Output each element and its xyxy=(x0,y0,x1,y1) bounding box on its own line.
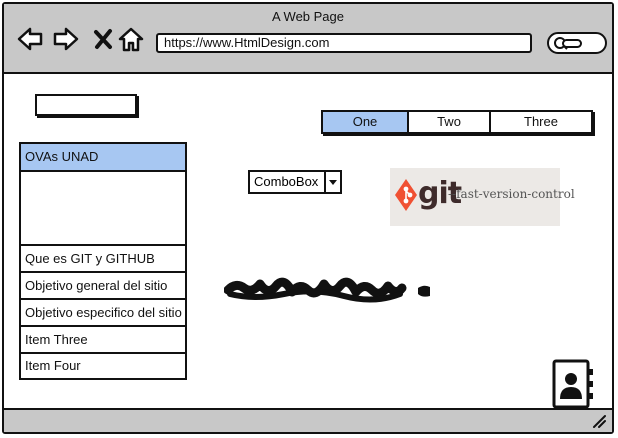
git-logo: git --fast-version-control xyxy=(390,168,575,226)
search-icon xyxy=(554,37,582,50)
git-tagline: --fast-version-control xyxy=(448,187,575,201)
git-diamond-icon xyxy=(395,179,417,211)
browser-toolbar: A Web Page https://www.HtmlDesign.com xyxy=(4,4,612,74)
forward-arrow-icon[interactable] xyxy=(52,24,80,54)
list-item-objetivo-especifico[interactable]: Objetivo especifico del sitio xyxy=(21,300,185,327)
tab-two[interactable]: Two xyxy=(409,112,491,132)
status-bar xyxy=(4,408,612,432)
list-item-ovas-unad[interactable]: OVAs UNAD xyxy=(21,144,185,172)
search-input[interactable] xyxy=(547,32,607,54)
navigation-list: OVAs UNAD Que es GIT y GITHUB Objetivo g… xyxy=(19,142,187,380)
window-title: A Web Page xyxy=(271,9,345,24)
resize-grip-icon[interactable] xyxy=(592,414,606,428)
list-item-objetivo-general[interactable]: Objetivo general del sitio xyxy=(21,273,185,300)
chevron-down-icon[interactable] xyxy=(324,172,340,192)
list-item-que-es-git[interactable]: Que es GIT y GITHUB xyxy=(21,246,185,273)
list-item-three[interactable]: Item Three xyxy=(21,327,185,354)
url-input[interactable]: https://www.HtmlDesign.com xyxy=(156,33,532,53)
text-input[interactable] xyxy=(35,94,137,116)
tab-bar: One Two Three xyxy=(321,110,593,134)
back-arrow-icon[interactable] xyxy=(16,24,44,54)
tab-three[interactable]: Three xyxy=(491,112,591,132)
browser-window: A Web Page https://www.HtmlDesign.com On… xyxy=(2,2,614,434)
close-x-icon[interactable] xyxy=(90,24,118,54)
combo-box-value: ComboBox xyxy=(254,174,319,189)
home-icon[interactable] xyxy=(117,24,145,54)
redacted-text-scribble xyxy=(224,277,430,303)
tab-one[interactable]: One xyxy=(323,112,409,132)
list-item-four[interactable]: Item Four xyxy=(21,354,185,378)
combo-box[interactable]: ComboBox xyxy=(248,170,342,194)
address-book-icon[interactable] xyxy=(552,359,596,409)
list-item-empty xyxy=(21,172,185,246)
